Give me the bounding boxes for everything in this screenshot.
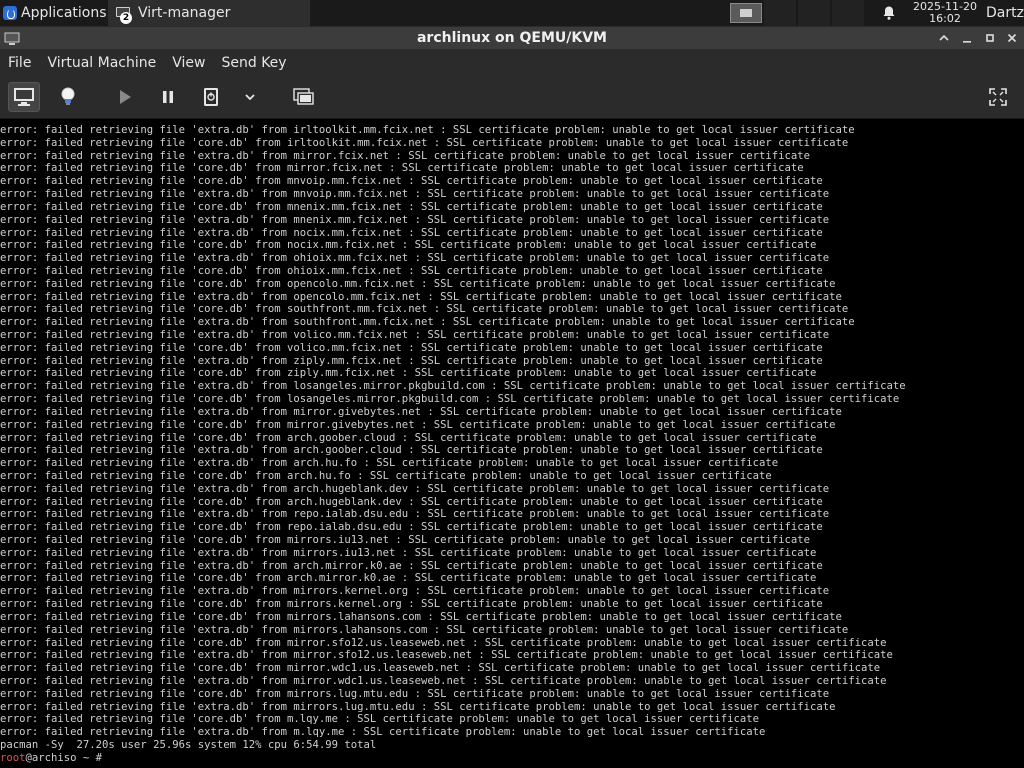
console-line: error: failed retrieving file 'core.db' … xyxy=(0,713,759,726)
console-line: error: failed retrieving file 'extra.db'… xyxy=(0,329,830,341)
console-line: error: failed retrieving file 'core.db' … xyxy=(0,534,811,546)
console-line: error: failed retrieving file 'core.db' … xyxy=(0,341,823,354)
console-line: error: failed retrieving file 'extra.db'… xyxy=(0,726,766,739)
virt-manager-icon: 2 xyxy=(116,6,132,24)
console-line: error: failed retrieving file 'extra.db'… xyxy=(0,585,830,598)
menu-view[interactable]: View xyxy=(164,49,213,77)
archlinux-logo-icon xyxy=(3,6,17,20)
power-icon xyxy=(204,88,218,106)
console-line: error: failed retrieving file 'extra.db'… xyxy=(0,649,893,662)
console-line: error: failed retrieving file 'core.db' … xyxy=(0,393,900,406)
console-line: error: failed retrieving file 'extra.db'… xyxy=(0,405,842,418)
prompt-user: root xyxy=(0,751,26,764)
top-panel: Applications 2 Virt-manager 2025-11-20 1… xyxy=(0,0,1024,27)
console-line: error: failed retrieving file 'extra.db'… xyxy=(0,149,811,162)
console-line: error: failed retrieving file 'core.db' … xyxy=(0,303,849,316)
console-line: error: failed retrieving file 'extra.db'… xyxy=(0,226,823,239)
vm-console[interactable]: error: failed retrieving file 'extra.db'… xyxy=(0,119,1024,768)
console-output: error: failed retrieving file 'extra.db'… xyxy=(0,119,1024,752)
console-line: error: failed retrieving file 'core.db' … xyxy=(0,521,823,534)
console-line: error: failed retrieving file 'extra.db'… xyxy=(0,124,855,136)
console-line: error: failed retrieving file 'core.db' … xyxy=(0,598,823,611)
toolbar xyxy=(0,77,1024,119)
console-line: error: failed retrieving file 'extra.db'… xyxy=(0,188,830,201)
taskbar-item-virt-manager[interactable]: 2 Virt-manager xyxy=(108,0,310,26)
console-line: error: failed retrieving file 'core.db' … xyxy=(0,418,836,431)
maximize-icon[interactable] xyxy=(982,30,998,46)
console-line: error: failed retrieving file 'extra.db'… xyxy=(0,354,823,367)
chevron-up-icon[interactable] xyxy=(936,30,952,46)
console-line: error: failed retrieving file 'core.db' … xyxy=(0,162,804,175)
console-line: error: failed retrieving file 'core.db' … xyxy=(0,367,817,380)
console-line: error: failed retrieving file 'core.db' … xyxy=(0,687,830,700)
clock-time: 16:02 xyxy=(929,12,961,25)
snapshots-button[interactable] xyxy=(288,82,320,112)
minimize-icon[interactable] xyxy=(959,30,975,46)
details-view-button[interactable] xyxy=(52,82,84,112)
workspace-1[interactable] xyxy=(730,3,762,23)
console-line: error: failed retrieving file 'extra.db'… xyxy=(0,508,830,521)
console-line: error: failed retrieving file 'extra.db'… xyxy=(0,546,817,559)
lightbulb-icon xyxy=(61,87,75,105)
console-line: error: failed retrieving file 'extra.db'… xyxy=(0,674,887,687)
menubar: File Virtual Machine View Send Key xyxy=(0,49,1024,77)
applications-menu[interactable]: Applications xyxy=(0,0,111,26)
menu-virtual-machine[interactable]: Virtual Machine xyxy=(39,49,164,77)
console-line: error: failed retrieving file 'core.db' … xyxy=(0,662,881,675)
snapshot-icon xyxy=(293,88,314,105)
shutdown-menu-button[interactable] xyxy=(234,82,266,112)
console-line: error: failed retrieving file 'core.db' … xyxy=(0,277,836,290)
menu-send-key[interactable]: Send Key xyxy=(213,49,294,77)
console-line: error: failed retrieving file 'core.db' … xyxy=(0,136,849,149)
console-line: error: failed retrieving file 'extra.db'… xyxy=(0,252,830,265)
shell-prompt: root@archiso ~ # xyxy=(0,752,1024,765)
monitor-icon xyxy=(14,88,34,106)
console-line: error: failed retrieving file 'core.db' … xyxy=(0,572,817,585)
applications-label: Applications xyxy=(21,5,107,21)
menu-file[interactable]: File xyxy=(0,49,39,77)
chevron-down-icon xyxy=(245,94,255,101)
console-line: error: failed retrieving file 'extra.db'… xyxy=(0,290,842,303)
console-line: error: failed retrieving file 'extra.db'… xyxy=(0,623,849,636)
console-line: error: failed retrieving file 'extra.db'… xyxy=(0,213,830,226)
window-titlebar[interactable]: archlinux on QEMU/KVM xyxy=(0,27,1024,49)
console-line: error: failed retrieving file 'core.db' … xyxy=(0,495,823,508)
shutdown-button[interactable] xyxy=(195,82,227,112)
console-line: error: failed retrieving file 'extra.db'… xyxy=(0,559,823,572)
console-line: error: failed retrieving file 'extra.db'… xyxy=(0,457,779,470)
console-line: error: failed retrieving file 'core.db' … xyxy=(0,200,823,213)
console-line: error: failed retrieving file 'core.db' … xyxy=(0,636,887,649)
taskbar-item-label: Virt-manager xyxy=(138,5,231,21)
window-title: archlinux on QEMU/KVM xyxy=(416,30,607,46)
console-view-button[interactable] xyxy=(8,82,40,112)
console-line: error: failed retrieving file 'extra.db'… xyxy=(0,380,906,393)
task-count-badge: 2 xyxy=(120,12,132,24)
workspace-3[interactable] xyxy=(798,0,830,26)
console-line: error: failed retrieving file 'extra.db'… xyxy=(0,700,836,713)
console-line: error: failed retrieving file 'extra.db'… xyxy=(0,444,823,457)
fullscreen-button[interactable] xyxy=(982,82,1014,112)
console-line: error: failed retrieving file 'core.db' … xyxy=(0,469,772,482)
console-line: error: failed retrieving file 'core.db' … xyxy=(0,175,823,188)
console-line: error: failed retrieving file 'extra.db'… xyxy=(0,482,830,495)
console-line: error: failed retrieving file 'core.db' … xyxy=(0,239,817,252)
prompt-host: @archiso ~ # xyxy=(25,751,103,764)
console-line: error: failed retrieving file 'core.db' … xyxy=(0,610,842,623)
workspace-4[interactable] xyxy=(832,0,864,26)
clock[interactable]: 2025-11-20 16:02 xyxy=(908,0,982,26)
console-line: error: failed retrieving file 'core.db' … xyxy=(0,431,817,444)
close-icon[interactable] xyxy=(1004,30,1020,46)
play-icon xyxy=(120,90,131,104)
pause-icon xyxy=(163,91,173,103)
user-menu[interactable]: Dartz xyxy=(986,0,1024,26)
bell-icon[interactable] xyxy=(881,5,897,21)
console-line: error: failed retrieving file 'core.db' … xyxy=(0,264,823,277)
console-line: pacman -Sy 27.20s user 25.96s system 12%… xyxy=(0,739,377,751)
pause-button[interactable] xyxy=(152,82,184,112)
fullscreen-icon xyxy=(989,88,1007,106)
workspace-2[interactable] xyxy=(764,0,796,26)
console-line: error: failed retrieving file 'extra.db'… xyxy=(0,316,855,329)
run-button[interactable] xyxy=(109,82,141,112)
